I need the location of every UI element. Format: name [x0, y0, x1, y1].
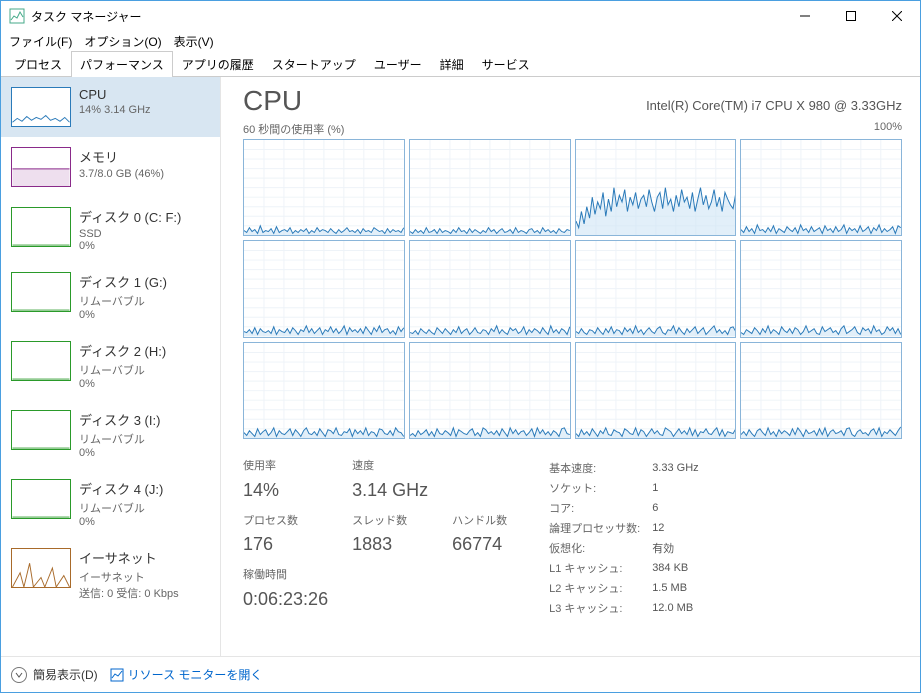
stats-left: 使用率 速度 14% 3.14 GHz プロセス数 スレッド数 ハンドル数 176 1883 66…: [243, 457, 507, 619]
stat-value: 3.14 GHz: [352, 480, 428, 506]
stat-label: [452, 566, 507, 587]
sidebar-info: CPU14% 3.14 GHz: [79, 87, 151, 127]
sidebar-thumb: [11, 207, 71, 247]
sidebar-item-ディスク 3 (I:)[interactable]: ディスク 3 (I:)リムーバブル0%: [1, 400, 220, 469]
stat-value: [352, 589, 428, 615]
sidebar-info: ディスク 2 (H:)リムーバブル0%: [79, 341, 166, 390]
menu-item[interactable]: オプション(O): [84, 33, 161, 50]
resource-monitor-icon: [110, 668, 124, 682]
page-title: CPU: [243, 85, 302, 117]
stat-value: 66774: [452, 534, 507, 560]
cpu-core-chart-11: [740, 342, 902, 439]
stats-right: 基本速度:3.33 GHz ソケット:1 コア:6 論理プロセッサ数:12 仮想化:有効…: [547, 457, 711, 619]
cpu-core-chart-1: [409, 139, 571, 236]
titlebar: タスク マネージャー: [1, 1, 920, 31]
stat-label: [352, 566, 428, 587]
spec-row: L2 キャッシュ:1.5 MB: [549, 579, 709, 597]
app-icon: [9, 8, 25, 24]
sidebar-item-イーサネット[interactable]: イーサネットイーサネット送信: 0 受信: 0 Kbps: [1, 538, 220, 611]
stat-label: スレッド数: [352, 512, 428, 533]
cpu-core-chart-7: [740, 240, 902, 337]
sidebar-item-ディスク 4 (J:)[interactable]: ディスク 4 (J:)リムーバブル0%: [1, 469, 220, 538]
cpu-core-chart-9: [409, 342, 571, 439]
chevron-down-icon: [11, 667, 27, 683]
app-title: タスク マネージャー: [31, 8, 142, 25]
sidebar-thumb: [11, 147, 71, 187]
sidebar-item-メモリ[interactable]: メモリ3.7/8.0 GB (46%): [1, 137, 220, 197]
spec-row: L1 キャッシュ:384 KB: [549, 559, 709, 577]
tab-サービス[interactable]: サービス: [473, 51, 539, 77]
sidebar-item-ディスク 2 (H:)[interactable]: ディスク 2 (H:)リムーバブル0%: [1, 331, 220, 400]
sidebar-info: ディスク 4 (J:)リムーバブル0%: [79, 479, 163, 528]
cpu-core-chart-10: [575, 342, 737, 439]
stat-value: 176: [243, 534, 328, 560]
spec-row: 基本速度:3.33 GHz: [549, 459, 709, 477]
sidebar-info: ディスク 0 (C: F:)SSD0%: [79, 207, 181, 252]
cpu-core-chart-0: [243, 139, 405, 236]
cpu-core-chart-6: [575, 240, 737, 337]
stat-label: 稼働時間: [243, 566, 328, 587]
sidebar-info: イーサネットイーサネット送信: 0 受信: 0 Kbps: [79, 548, 179, 601]
cpu-grid: [243, 139, 902, 439]
sidebar: CPU14% 3.14 GHz メモリ3.7/8.0 GB (46%) ディスク 0…: [1, 77, 221, 656]
maximize-button[interactable]: [828, 1, 874, 31]
sidebar-item-CPU[interactable]: CPU14% 3.14 GHz: [1, 77, 220, 137]
cpu-core-chart-3: [740, 139, 902, 236]
grid-right-label: 100%: [874, 121, 902, 137]
minimize-button[interactable]: [782, 1, 828, 31]
sidebar-info: メモリ3.7/8.0 GB (46%): [79, 147, 164, 187]
cpu-core-chart-8: [243, 342, 405, 439]
tabbar: プロセスパフォーマンスアプリの履歴スタートアップユーザー詳細サービス: [1, 51, 920, 77]
main-panel: CPU Intel(R) Core(TM) i7 CPU X 980 @ 3.3…: [221, 77, 920, 656]
stat-label: 速度: [352, 457, 428, 478]
sidebar-thumb: [11, 87, 71, 127]
stat-label: 使用率: [243, 457, 328, 478]
tab-プロセス[interactable]: プロセス: [5, 51, 71, 77]
menu-item[interactable]: 表示(V): [174, 33, 214, 50]
stat-value: [452, 480, 507, 506]
resource-monitor-link[interactable]: リソース モニターを開く: [110, 666, 263, 683]
footer: 簡易表示(D) リソース モニターを開く: [1, 656, 920, 692]
spec-row: L3 キャッシュ:12.0 MB: [549, 599, 709, 617]
menubar: ファイル(F) オプション(O) 表示(V): [1, 31, 920, 51]
tab-スタートアップ[interactable]: スタートアップ: [263, 51, 365, 77]
cpu-core-chart-5: [409, 240, 571, 337]
sidebar-thumb: [11, 341, 71, 381]
sidebar-info: ディスク 3 (I:)リムーバブル0%: [79, 410, 160, 459]
close-button[interactable]: [874, 1, 920, 31]
stat-label: ハンドル数: [452, 512, 507, 533]
simple-view-button[interactable]: 簡易表示(D): [11, 666, 98, 683]
cpu-core-chart-4: [243, 240, 405, 337]
sidebar-item-ディスク 0 (C: F:)[interactable]: ディスク 0 (C: F:)SSD0%: [1, 197, 220, 262]
tab-アプリの履歴[interactable]: アプリの履歴: [173, 51, 263, 77]
stat-value: [452, 589, 507, 615]
sidebar-info: ディスク 1 (G:)リムーバブル0%: [79, 272, 167, 321]
spec-row: 論理プロセッサ数:12: [549, 519, 709, 537]
stat-label: プロセス数: [243, 512, 328, 533]
menu-item[interactable]: ファイル(F): [9, 33, 72, 50]
sidebar-thumb: [11, 548, 71, 588]
cpu-core-chart-2: [575, 139, 737, 236]
stat-label: [452, 457, 507, 478]
stat-value: 1883: [352, 534, 428, 560]
spec-row: コア:6: [549, 499, 709, 517]
sidebar-thumb: [11, 410, 71, 450]
tab-詳細[interactable]: 詳細: [431, 51, 473, 77]
spec-row: ソケット:1: [549, 479, 709, 497]
sidebar-item-ディスク 1 (G:)[interactable]: ディスク 1 (G:)リムーバブル0%: [1, 262, 220, 331]
stat-value: 14%: [243, 480, 328, 506]
stat-value: 0:06:23:26: [243, 589, 328, 615]
sidebar-thumb: [11, 272, 71, 312]
tab-ユーザー[interactable]: ユーザー: [365, 51, 431, 77]
tab-パフォーマンス[interactable]: パフォーマンス: [71, 51, 173, 77]
grid-left-label: 60 秒間の使用率 (%): [243, 121, 344, 137]
sidebar-thumb: [11, 479, 71, 519]
spec-row: 仮想化:有効: [549, 539, 709, 557]
cpu-model: Intel(R) Core(TM) i7 CPU X 980 @ 3.33GHz: [646, 98, 902, 113]
